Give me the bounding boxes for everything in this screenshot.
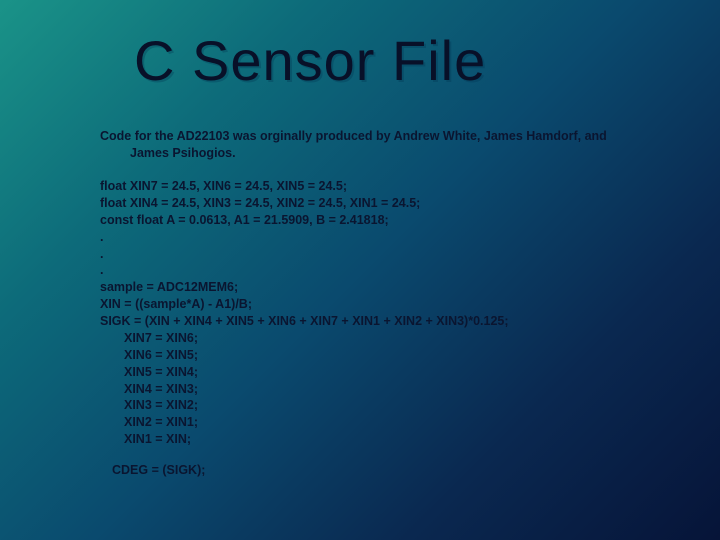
code-block: float XIN7 = 24.5, XIN6 = 24.5, XIN5 = 2… [100,178,670,479]
credits-line-1: Code for the AD22103 was orginally produ… [100,128,670,145]
slide-title: C Sensor File [0,28,720,93]
code-line: XIN3 = XIN2; [100,397,670,414]
code-dot: . [100,229,670,246]
code-line: sample = ADC12MEM6; [100,279,670,296]
code-line: CDEG = (SIGK); [100,462,670,479]
code-line: XIN5 = XIN4; [100,364,670,381]
code-line: XIN6 = XIN5; [100,347,670,364]
credits-block: Code for the AD22103 was orginally produ… [100,128,670,162]
code-line: XIN4 = XIN3; [100,381,670,398]
code-line: float XIN4 = 24.5, XIN3 = 24.5, XIN2 = 2… [100,195,670,212]
code-line: const float A = 0.0613, A1 = 21.5909, B … [100,212,670,229]
code-line: XIN1 = XIN; [100,431,670,448]
code-line: XIN7 = XIN6; [100,330,670,347]
code-line: XIN = ((sample*A) - A1)/B; [100,296,670,313]
credits-line-2: James Psihogios. [100,145,670,162]
code-dot: . [100,262,670,279]
code-line: float XIN7 = 24.5, XIN6 = 24.5, XIN5 = 2… [100,178,670,195]
code-dot: . [100,246,670,263]
code-line: XIN2 = XIN1; [100,414,670,431]
code-line: SIGK = (XIN + XIN4 + XIN5 + XIN6 + XIN7 … [100,313,670,330]
